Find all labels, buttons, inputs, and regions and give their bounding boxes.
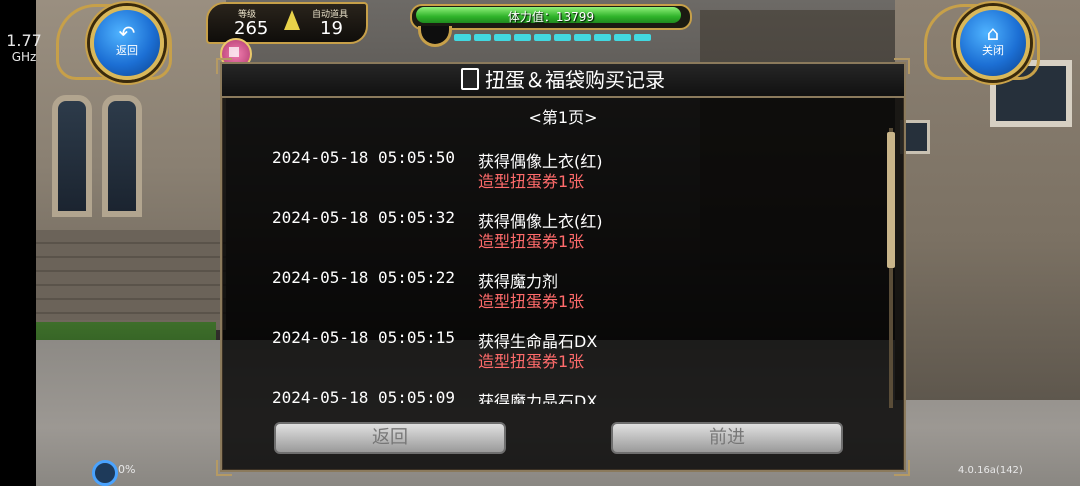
previous-page-button[interactable]: 返回 xyxy=(274,422,506,454)
player-stats-panel: 等级 265 自动道具 19 xyxy=(206,2,368,44)
energy-segments xyxy=(454,34,651,41)
energy-segment xyxy=(534,34,551,41)
left-status-strip xyxy=(0,0,36,486)
close-button-label: 关闭 xyxy=(982,44,1004,57)
stone-wall xyxy=(36,230,226,320)
cpu-unit: GHz xyxy=(11,50,37,64)
frame-corner xyxy=(216,460,232,476)
purchase-history-dialog: 扭蛋＆福袋购买记录 <第1页> 2024-05-18 05:05:50 获得偶像… xyxy=(216,58,910,476)
record-item: 获得魔力晶石DX xyxy=(478,392,598,404)
back-button[interactable]: ↶ 返回 xyxy=(90,6,164,80)
dialog-title: 扭蛋＆福袋购买记录 xyxy=(222,66,904,94)
close-button[interactable]: ⌂ 关闭 xyxy=(956,6,1030,80)
moon-ornament xyxy=(418,26,452,47)
record-row: 2024-05-18 05:05:09 获得魔力晶石DX xyxy=(222,376,882,404)
stamina-text: 体力值：13799 xyxy=(507,10,595,24)
energy-segment xyxy=(454,34,471,41)
record-timestamp: 2024-05-18 05:05:22 xyxy=(272,268,456,287)
energy-segment xyxy=(474,34,491,41)
stamina-bar: 体力值：13799 xyxy=(410,4,692,47)
back-button-label: 返回 xyxy=(116,44,138,57)
building-window xyxy=(102,95,142,217)
undo-arrow-icon: ↶ xyxy=(118,21,136,45)
energy-segment xyxy=(554,34,571,41)
energy-segment xyxy=(634,34,651,41)
energy-segment xyxy=(614,34,631,41)
record-timestamp: 2024-05-18 05:05:09 xyxy=(272,388,456,404)
flask-icon xyxy=(284,10,300,30)
record-cost: 造型扭蛋券1张 xyxy=(478,292,585,311)
auto-item-value: 19 xyxy=(320,18,343,39)
record-row: 2024-05-18 05:05:32 获得偶像上衣(红) 造型扭蛋券1张 xyxy=(222,196,882,252)
cpu-frequency: 1.77 GHz xyxy=(4,31,44,65)
energy-segment xyxy=(574,34,591,41)
record-scrollbar[interactable] xyxy=(886,128,896,408)
next-page-button[interactable]: 前进 xyxy=(611,422,843,454)
scrollbar-thumb[interactable] xyxy=(887,132,895,268)
record-row: 2024-05-18 05:05:22 获得魔力剂 造型扭蛋券1张 xyxy=(222,256,882,312)
record-cost: 造型扭蛋券1张 xyxy=(478,172,585,191)
version-label: 4.0.16a(142) xyxy=(958,465,1023,476)
cpu-value: 1.77 xyxy=(6,31,42,50)
dialog-title-text: 扭蛋＆福袋购买记录 xyxy=(485,68,665,92)
record-cost: 造型扭蛋券1张 xyxy=(478,352,585,371)
home-icon: ⌂ xyxy=(986,21,1000,45)
level-value: 265 xyxy=(234,18,269,39)
document-icon xyxy=(461,68,479,90)
loading-icon xyxy=(92,460,118,486)
record-timestamp: 2024-05-18 05:05:15 xyxy=(272,328,456,347)
record-list[interactable]: 2024-05-18 05:05:50 获得偶像上衣(红) 造型扭蛋券1张 20… xyxy=(222,136,882,404)
building-window xyxy=(52,95,92,217)
record-row: 2024-05-18 05:05:15 获得生命晶石DX 造型扭蛋券1张 xyxy=(222,316,882,372)
energy-segment xyxy=(594,34,611,41)
page-indicator: <第1页> xyxy=(528,108,598,127)
record-cost: 造型扭蛋券1张 xyxy=(478,232,585,251)
energy-segment xyxy=(494,34,511,41)
record-timestamp: 2024-05-18 05:05:50 xyxy=(272,148,456,167)
energy-segment xyxy=(514,34,531,41)
load-percent: 0% xyxy=(118,463,136,476)
record-timestamp: 2024-05-18 05:05:32 xyxy=(272,208,456,227)
record-row: 2024-05-18 05:05:50 获得偶像上衣(红) 造型扭蛋券1张 xyxy=(222,136,882,192)
frame-corner xyxy=(894,460,910,476)
